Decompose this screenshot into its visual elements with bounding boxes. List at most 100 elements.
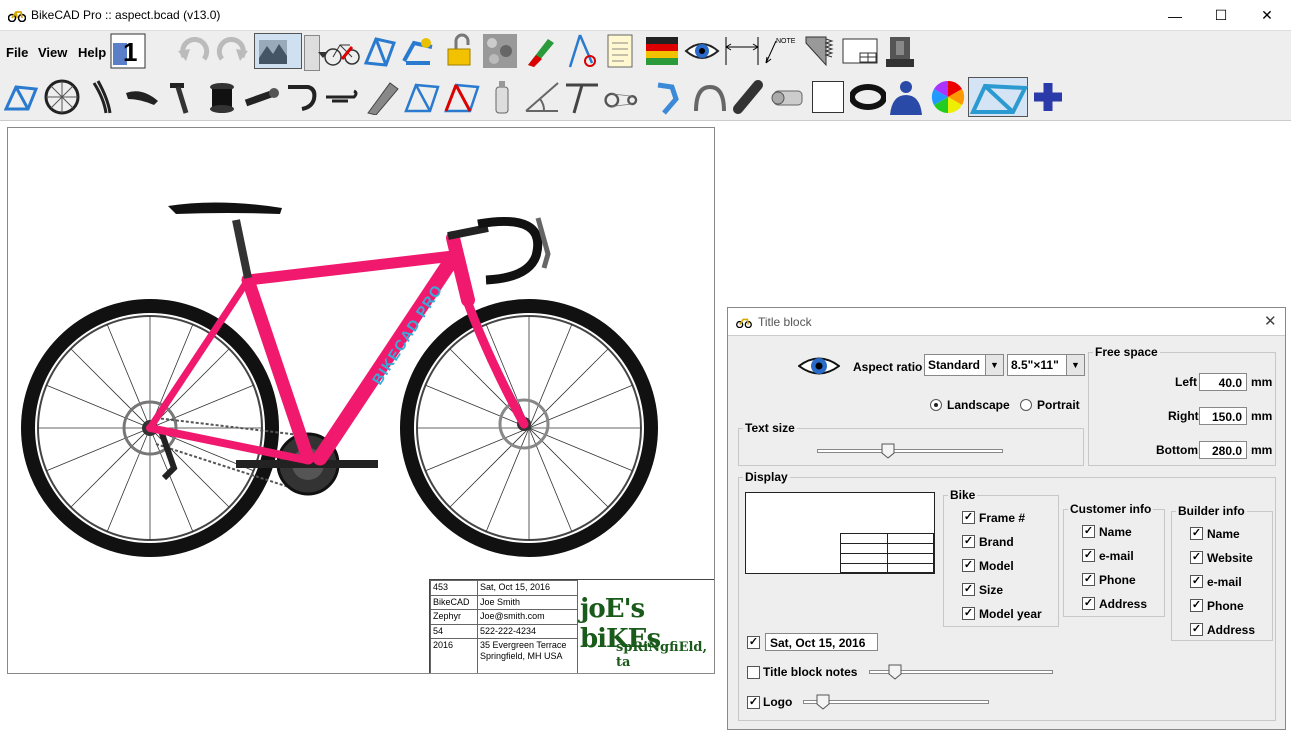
background-icon[interactable] bbox=[254, 33, 302, 69]
date-input[interactable]: Sat, Oct 15, 2016 bbox=[765, 633, 878, 651]
bottom-margin-input[interactable]: 280.0 bbox=[1199, 441, 1247, 459]
customer-address-checkbox[interactable]: ✓ bbox=[1082, 597, 1095, 610]
handlebar-icon[interactable] bbox=[284, 79, 320, 115]
geometry-icon[interactable] bbox=[404, 79, 440, 115]
drawing-canvas[interactable]: BIKECAD PRO 453 Sat, Oct 15, 2016 BikeCAD… bbox=[7, 127, 715, 674]
compass-icon[interactable] bbox=[562, 33, 598, 69]
notes-label: Title block notes bbox=[763, 665, 858, 679]
builder-address-checkbox[interactable]: ✓ bbox=[1190, 623, 1203, 636]
dropdown-icon[interactable] bbox=[304, 35, 328, 71]
undo-icon[interactable] bbox=[176, 35, 212, 71]
aspect-ratio-label: Aspect ratio bbox=[853, 360, 923, 374]
bottle-icon[interactable] bbox=[484, 79, 520, 115]
seatpost-icon[interactable] bbox=[164, 79, 200, 115]
date-checkbox[interactable]: ✓ bbox=[747, 636, 760, 649]
wheel-icon[interactable] bbox=[44, 79, 80, 115]
redo-icon[interactable] bbox=[214, 35, 250, 71]
flags-icon[interactable] bbox=[644, 33, 680, 69]
fork-icon[interactable] bbox=[84, 79, 120, 115]
frame-red-icon[interactable] bbox=[444, 79, 480, 115]
drivetrain-icon[interactable] bbox=[604, 79, 650, 115]
logo-slider[interactable] bbox=[803, 700, 989, 704]
left-margin-input[interactable]: 40.0 bbox=[1199, 373, 1247, 391]
saddle-icon[interactable] bbox=[124, 79, 160, 115]
dialog-close-icon[interactable]: ✕ bbox=[1264, 312, 1277, 330]
bike-group-title: Bike bbox=[948, 488, 978, 502]
frame-3d-icon[interactable] bbox=[362, 33, 398, 69]
customer-name-checkbox[interactable]: ✓ bbox=[1082, 525, 1095, 538]
seatstay-icon[interactable] bbox=[564, 79, 600, 115]
brand-checkbox[interactable]: ✓ bbox=[962, 535, 975, 548]
builder-email-checkbox[interactable]: ✓ bbox=[1190, 575, 1203, 588]
box-icon[interactable] bbox=[812, 81, 844, 113]
customer-email-checkbox[interactable]: ✓ bbox=[1082, 549, 1095, 562]
vise-icon[interactable] bbox=[882, 33, 918, 69]
unit-label: mm bbox=[1251, 443, 1273, 457]
bike-frame bbox=[146, 231, 529, 466]
aspect-ratio-select[interactable]: Standard ▼ bbox=[924, 354, 1004, 376]
headset-icon[interactable] bbox=[204, 79, 240, 115]
hub-icon[interactable] bbox=[770, 79, 806, 115]
cable-icon[interactable] bbox=[732, 79, 768, 115]
logo-checkbox[interactable]: ✓ bbox=[747, 696, 760, 709]
model-year-checkbox[interactable]: ✓ bbox=[962, 607, 975, 620]
portrait-radio[interactable] bbox=[1020, 399, 1032, 411]
color-icon[interactable] bbox=[522, 33, 558, 69]
note-icon[interactable]: NOTE bbox=[764, 33, 800, 69]
title-block-icon[interactable] bbox=[842, 33, 878, 69]
close-button[interactable]: ✕ bbox=[1244, 0, 1290, 31]
builder-phone-checkbox[interactable]: ✓ bbox=[1190, 599, 1203, 612]
frame-blue-icon[interactable] bbox=[968, 77, 1029, 117]
slider-thumb[interactable] bbox=[881, 443, 895, 459]
svg-text:NOTE: NOTE bbox=[776, 38, 796, 45]
texture-icon[interactable] bbox=[482, 33, 518, 69]
saw-icon[interactable] bbox=[802, 33, 838, 69]
builder-info-group: Builder info ✓ Name ✓ Website ✓ e-mail ✓ Pho… bbox=[1171, 504, 1273, 641]
frame-icon[interactable] bbox=[3, 79, 40, 115]
size-checkbox[interactable]: ✓ bbox=[962, 583, 975, 596]
angle-icon[interactable] bbox=[524, 79, 560, 115]
plus-icon[interactable] bbox=[1030, 79, 1066, 115]
eye-icon[interactable] bbox=[684, 33, 720, 69]
rider-icon[interactable] bbox=[888, 79, 924, 115]
landscape-radio[interactable] bbox=[930, 399, 942, 411]
lock-icon[interactable] bbox=[440, 33, 476, 69]
dimension-icon[interactable] bbox=[724, 33, 760, 69]
menu-view[interactable]: View bbox=[38, 45, 67, 60]
preview-table bbox=[840, 533, 934, 573]
stem-icon[interactable] bbox=[244, 79, 280, 115]
builder-website-checkbox[interactable]: ✓ bbox=[1190, 551, 1203, 564]
dialog-titlebar: Title block ✕ bbox=[728, 308, 1285, 336]
tube-icon[interactable] bbox=[364, 79, 400, 116]
slider-thumb[interactable] bbox=[888, 664, 902, 680]
bike-view-icon[interactable] bbox=[324, 33, 360, 69]
text-size-group: Text size bbox=[738, 421, 1084, 466]
notes-icon[interactable] bbox=[602, 33, 638, 69]
model-checkbox[interactable]: ✓ bbox=[962, 559, 975, 572]
slider-thumb[interactable] bbox=[816, 694, 830, 710]
color-wheel-icon[interactable] bbox=[930, 79, 966, 115]
aspect-ratio-value: Standard bbox=[928, 358, 981, 372]
tubes-icon[interactable] bbox=[400, 33, 436, 69]
menu-help[interactable]: Help bbox=[78, 45, 106, 60]
brake-icon[interactable] bbox=[692, 79, 728, 115]
frame-number-checkbox[interactable]: ✓ bbox=[962, 511, 975, 524]
menu-file[interactable]: File bbox=[6, 45, 28, 60]
aerobar-icon[interactable] bbox=[324, 79, 360, 115]
minimize-icon: — bbox=[1168, 7, 1182, 24]
paper-size-select[interactable]: 8.5"×11" ▼ bbox=[1007, 354, 1085, 376]
title-block-dialog: Title block ✕ Aspect ratio Standard ▼ 8.… bbox=[727, 307, 1286, 730]
builder-name-checkbox[interactable]: ✓ bbox=[1190, 527, 1203, 540]
minimize-button[interactable]: — bbox=[1152, 0, 1198, 31]
paper-size-icon[interactable]: 1 bbox=[110, 33, 146, 69]
table-row: BikeCAD Joe Smith bbox=[430, 594, 578, 610]
customer-phone-checkbox[interactable]: ✓ bbox=[1082, 573, 1095, 586]
text-size-slider[interactable] bbox=[817, 449, 1003, 453]
notes-checkbox[interactable] bbox=[747, 666, 760, 679]
derailleur-icon[interactable] bbox=[652, 79, 688, 115]
display-title: Display bbox=[743, 470, 790, 484]
right-margin-input[interactable]: 150.0 bbox=[1199, 407, 1247, 425]
maximize-button[interactable]: ☐ bbox=[1198, 0, 1244, 31]
tire-icon[interactable] bbox=[849, 79, 887, 115]
close-icon: ✕ bbox=[1261, 7, 1273, 23]
